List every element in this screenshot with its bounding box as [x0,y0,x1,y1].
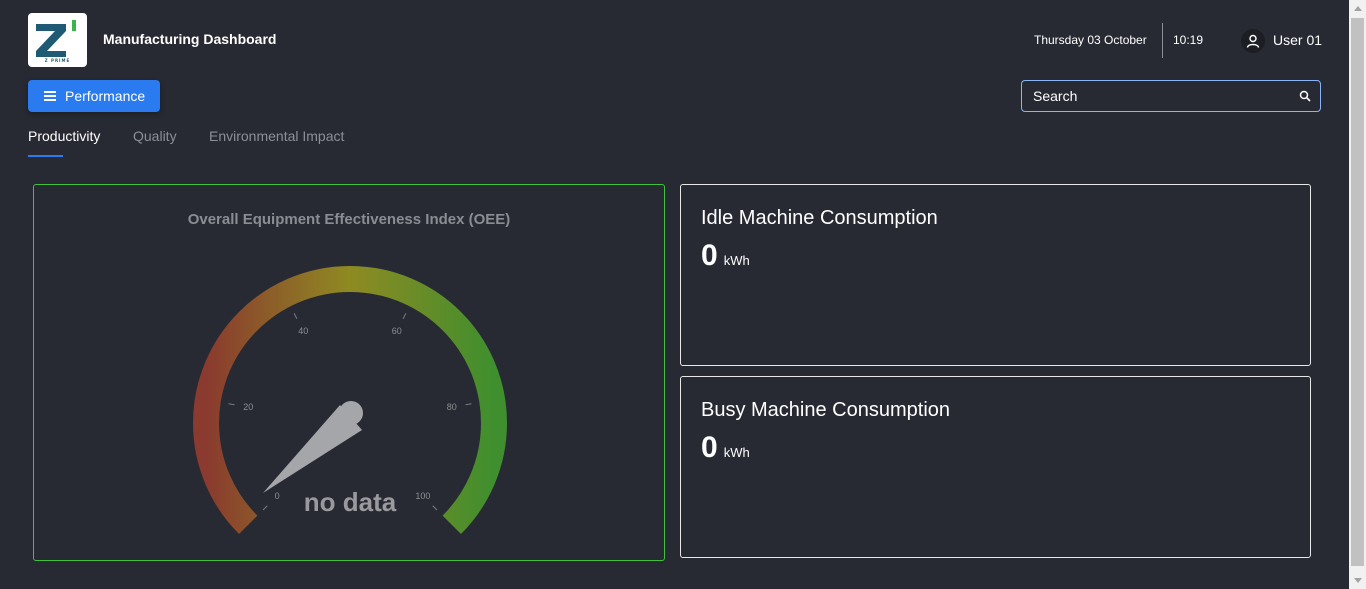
kpi-unit: kWh [723,253,750,268]
current-date: Thursday 03 October [1034,33,1147,47]
active-tab-indicator [28,155,63,157]
tab-quality[interactable]: Quality [133,128,177,144]
busy-consumption-card: Busy Machine Consumption 0 kWh [680,376,1311,558]
gauge-tick-label: 100 [415,491,430,501]
gauge-tick [262,505,268,511]
performance-menu-button[interactable]: Performance [28,80,160,112]
current-time: 10:19 [1173,33,1204,47]
gauge-tick-label: 60 [392,326,402,336]
gauge-tick [465,403,472,406]
dashboard-app: Z PRIME Manufacturing Dashboard Thursday… [0,0,1366,589]
search-box[interactable] [1021,80,1321,112]
search-input[interactable] [1022,88,1290,104]
kpi-number: 0 [701,239,718,272]
kpi-value: 0 kWh [701,431,750,465]
user-icon [1246,34,1260,48]
kpi-unit: kWh [723,445,750,460]
tab-environmental-impact[interactable]: Environmental Impact [209,128,344,144]
oee-gauge: 0 20 40 60 80 100 no data [193,265,507,534]
user-avatar[interactable] [1241,29,1265,53]
kpi-title: Idle Machine Consumption [701,207,938,229]
idle-consumption-card: Idle Machine Consumption 0 kWh [680,184,1311,366]
scrollbar-thumb[interactable] [1351,18,1364,566]
gauge-tick [293,313,298,319]
scroll-down-icon[interactable] [1349,572,1366,589]
gauge-tick-label: 40 [298,326,308,336]
username[interactable]: User 01 [1273,32,1322,48]
search-icon[interactable] [1290,90,1320,102]
gauge-tick [432,505,438,511]
gauge-needle-hub [339,401,363,425]
hamburger-icon [44,91,56,101]
oee-card: Overall Equipment Effectiveness Index (O… [33,184,665,561]
kpi-title: Busy Machine Consumption [701,399,951,421]
gauge-status-text: no data [304,487,397,517]
tab-productivity[interactable]: Productivity [28,128,100,144]
kpi-value: 0 kWh [701,239,750,273]
app-title: Manufacturing Dashboard [103,31,277,47]
gauge-tick-label: 0 [275,491,280,501]
gauge-tick [228,403,235,406]
gauge-tick-label: 80 [447,402,457,412]
vertical-scrollbar[interactable] [1349,0,1366,589]
logo-caption: Z PRIME [44,58,71,63]
header-divider [1162,23,1163,58]
kpi-number: 0 [701,431,718,464]
gauge-tick-label: 20 [243,402,253,412]
gauge-tick [402,313,407,319]
brand-logo[interactable]: Z PRIME [28,13,87,67]
performance-menu-label: Performance [65,88,146,104]
scroll-up-icon[interactable] [1349,0,1366,17]
